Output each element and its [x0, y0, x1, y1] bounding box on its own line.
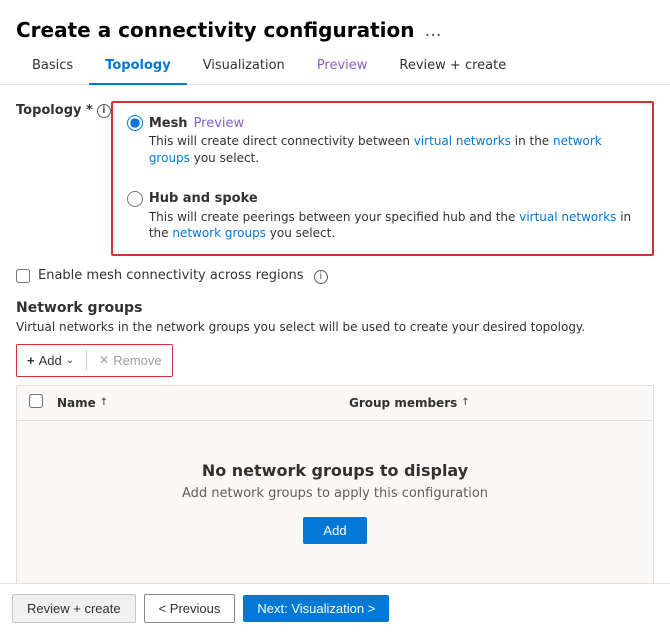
footer: Review + create < Previous Next: Visuali… [0, 583, 670, 633]
enable-mesh-checkbox[interactable] [16, 269, 30, 283]
tab-basics[interactable]: Basics [16, 50, 89, 85]
topology-info-icon[interactable]: i [97, 104, 111, 118]
hub-spoke-vnet-link[interactable]: virtual networks [519, 210, 616, 224]
empty-state-add-button[interactable]: Add [303, 517, 366, 544]
add-button[interactable]: + Add ⌄ [17, 349, 84, 372]
network-groups-toolbar: + Add ⌄ ✕ Remove [16, 344, 173, 377]
name-sort-icon: ↑ [100, 397, 108, 408]
next-button[interactable]: Next: Visualization > [243, 595, 389, 622]
empty-title: No network groups to display [202, 461, 468, 480]
topology-label: Topology * i [16, 101, 111, 118]
network-groups-desc: Virtual networks in the network groups y… [16, 320, 654, 334]
plus-icon: + [27, 353, 35, 368]
enable-mesh-label: Enable mesh connectivity across regions … [38, 268, 328, 284]
network-groups-table: Name ↑ Group members ↑ No network groups… [16, 385, 654, 583]
hub-spoke-description: This will create peerings between your s… [127, 209, 638, 243]
hub-spoke-label: Hub and spoke [149, 191, 258, 206]
main-content: Topology * i Mesh Preview This will crea… [0, 85, 670, 583]
more-options-icon[interactable]: ... [424, 20, 441, 41]
select-all-checkbox[interactable] [29, 394, 43, 408]
name-column-header[interactable]: Name ↑ [57, 396, 349, 410]
tab-review-create[interactable]: Review + create [383, 50, 522, 85]
header: Create a connectivity configuration ... [0, 0, 670, 50]
tab-visualization[interactable]: Visualization [187, 50, 301, 85]
network-groups-section: Network groups Virtual networks in the n… [16, 300, 654, 583]
empty-desc: Add network groups to apply this configu… [182, 486, 488, 501]
remove-button[interactable]: ✕ Remove [89, 349, 171, 372]
add-chevron-icon: ⌄ [66, 355, 74, 366]
previous-button[interactable]: < Previous [144, 594, 236, 623]
hub-spoke-option: Hub and spoke This will create peerings … [127, 191, 638, 243]
mesh-radio[interactable] [127, 115, 143, 131]
table-header-row: Name ↑ Group members ↑ [17, 386, 653, 421]
hub-spoke-radio[interactable] [127, 191, 143, 207]
network-groups-title: Network groups [16, 300, 654, 316]
x-icon: ✕ [99, 353, 109, 367]
tab-preview[interactable]: Preview [301, 50, 384, 85]
topology-field-row: Topology * i Mesh Preview This will crea… [16, 101, 654, 256]
group-members-sort-icon: ↑ [461, 397, 469, 408]
hub-spoke-network-groups-link[interactable]: network groups [172, 226, 266, 240]
mesh-description: This will create direct connectivity bet… [127, 133, 638, 167]
empty-state: No network groups to display Add network… [17, 421, 653, 583]
group-members-column-header[interactable]: Group members ↑ [349, 396, 641, 410]
tabs-bar: Basics Topology Visualization Preview Re… [0, 50, 670, 85]
mesh-vnet-link[interactable]: virtual networks [414, 134, 511, 148]
mesh-network-groups-link[interactable]: network groups [149, 134, 602, 165]
mesh-label: Mesh [149, 116, 188, 131]
page-title: Create a connectivity configuration [16, 18, 414, 42]
mesh-option: Mesh Preview This will create direct con… [127, 115, 638, 167]
enable-mesh-row: Enable mesh connectivity across regions … [16, 268, 654, 284]
page-wrapper: Create a connectivity configuration ... … [0, 0, 670, 633]
enable-mesh-info-icon[interactable]: i [314, 270, 328, 284]
mesh-preview-badge: Preview [194, 116, 245, 131]
review-create-button[interactable]: Review + create [12, 594, 136, 623]
tab-topology[interactable]: Topology [89, 50, 186, 85]
option-separator [127, 175, 638, 183]
topology-options-box: Mesh Preview This will create direct con… [111, 101, 654, 256]
toolbar-divider [86, 350, 87, 370]
